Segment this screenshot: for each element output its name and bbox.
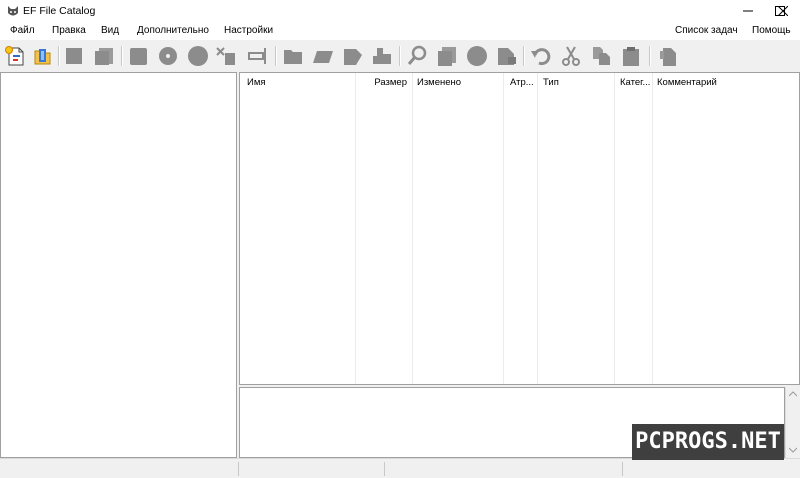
- menu-view[interactable]: Вид: [101, 25, 119, 36]
- status-separator: [238, 462, 239, 476]
- app-cat-icon: [8, 6, 18, 16]
- status-separator: [622, 462, 623, 476]
- export-icon: [498, 48, 516, 65]
- cut-button[interactable]: [559, 44, 583, 68]
- new-catalog-button[interactable]: [3, 44, 27, 68]
- rename-icon: [248, 48, 266, 64]
- catalog-tree-pane[interactable]: [0, 72, 237, 458]
- search-icon: [407, 45, 427, 65]
- column-header-category[interactable]: Катег...: [615, 73, 652, 93]
- disk-icon: [159, 47, 177, 65]
- scan-icon: [130, 48, 147, 65]
- tag-button[interactable]: [341, 44, 365, 68]
- toolbar-separator: [121, 46, 123, 66]
- pages-button[interactable]: [435, 44, 459, 68]
- properties-icon: [660, 48, 676, 66]
- disk-button[interactable]: [156, 44, 180, 68]
- column-divider: [355, 73, 356, 384]
- column-divider: [614, 73, 615, 384]
- column-header-attributes[interactable]: Атр...: [505, 73, 538, 93]
- title-bar: EF File Catalog: [0, 0, 800, 22]
- menu-edit[interactable]: Правка: [52, 25, 86, 36]
- menu-task-list[interactable]: Список задач: [675, 25, 738, 36]
- toolbar-separator: [399, 46, 401, 66]
- search-button[interactable]: [405, 44, 429, 68]
- toolbar-separator: [275, 46, 277, 66]
- status-bar: [0, 458, 800, 478]
- circle-icon: [467, 46, 487, 66]
- open-catalog-button[interactable]: [31, 44, 55, 68]
- status-separator: [384, 462, 385, 476]
- tag-icon: [344, 49, 362, 65]
- scroll-down-arrow-icon[interactable]: [789, 447, 797, 453]
- column-header-comment[interactable]: Комментарий: [652, 73, 797, 93]
- scroll-up-arrow-icon[interactable]: [789, 391, 797, 397]
- scan-button[interactable]: [126, 44, 150, 68]
- open-catalog-icon: [34, 49, 51, 65]
- column-header-modified[interactable]: Изменено: [412, 73, 502, 93]
- undo-button[interactable]: [529, 44, 553, 68]
- menu-bar: Файл Правка Вид Дополнительно Настройки …: [0, 22, 800, 40]
- new-catalog-icon: [5, 46, 24, 66]
- disc-icon: [188, 46, 208, 66]
- copy-pages-icon: [95, 48, 113, 65]
- circle-button[interactable]: [465, 44, 489, 68]
- close-button[interactable]: [766, 0, 800, 22]
- copy-button[interactable]: [589, 44, 613, 68]
- stop-button[interactable]: [62, 44, 86, 68]
- toolbar-separator: [649, 46, 651, 66]
- folder-button[interactable]: [281, 44, 305, 68]
- menu-advanced[interactable]: Дополнительно: [137, 25, 209, 36]
- folder-icon: [284, 50, 302, 64]
- cut-tool-button[interactable]: [214, 44, 238, 68]
- column-header-size[interactable]: Размер: [356, 73, 412, 93]
- paste-icon: [623, 47, 639, 66]
- column-divider: [412, 73, 413, 384]
- watermark-badge: PCPROGS.NET: [632, 424, 784, 460]
- column-divider: [652, 73, 653, 384]
- column-header-type[interactable]: Тип: [538, 73, 614, 93]
- properties-button[interactable]: [656, 44, 680, 68]
- copy-pages-button[interactable]: [92, 44, 116, 68]
- copy-icon: [593, 47, 610, 65]
- disc-button[interactable]: [186, 44, 210, 68]
- puzzle-icon: [373, 48, 391, 64]
- toolbar: [0, 40, 800, 72]
- toolbar-separator: [58, 46, 60, 66]
- cut-tool-icon: [216, 47, 235, 65]
- toolbar-separator: [523, 46, 525, 66]
- close-icon: [778, 6, 788, 16]
- export-button[interactable]: [495, 44, 519, 68]
- file-list-pane[interactable]: Имя Размер Изменено Атр... Тип Катег... …: [239, 72, 800, 385]
- column-divider: [537, 73, 538, 384]
- scissors-icon: [562, 46, 580, 66]
- window-title: EF File Catalog: [23, 5, 96, 17]
- column-divider: [503, 73, 504, 384]
- folder-open-icon: [313, 51, 333, 63]
- puzzle-button[interactable]: [370, 44, 394, 68]
- pages-icon: [438, 47, 456, 66]
- paste-button[interactable]: [619, 44, 643, 68]
- rename-button[interactable]: [246, 44, 270, 68]
- folder-open-button[interactable]: [311, 44, 335, 68]
- menu-file[interactable]: Файл: [10, 25, 35, 36]
- menu-help[interactable]: Помощь: [752, 25, 791, 36]
- undo-icon: [531, 48, 551, 66]
- comment-scrollbar[interactable]: [785, 387, 800, 458]
- menu-settings[interactable]: Настройки: [224, 25, 273, 36]
- column-header-name[interactable]: Имя: [242, 73, 356, 93]
- stop-icon: [66, 48, 82, 64]
